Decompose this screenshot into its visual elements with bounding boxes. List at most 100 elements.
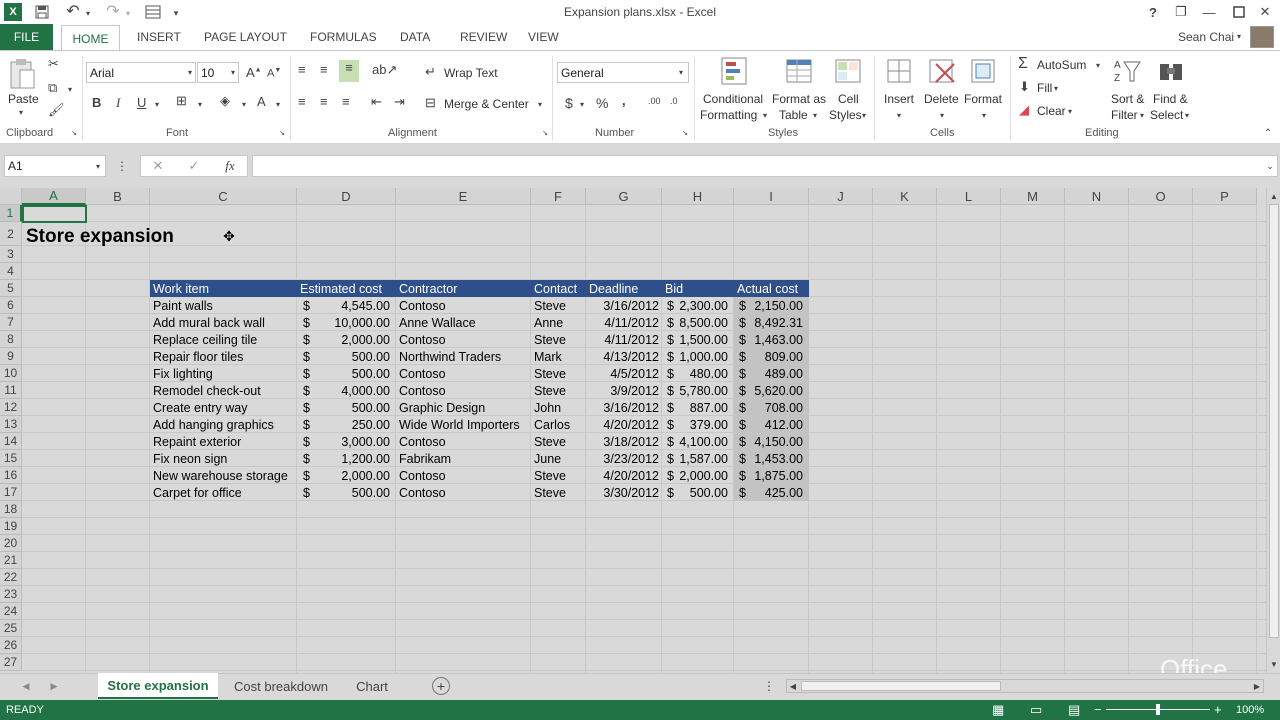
cell-deadline[interactable]: 3/23/2012 bbox=[586, 450, 659, 467]
redo-icon[interactable]: ↷ bbox=[102, 2, 124, 20]
row-header[interactable]: 27 bbox=[0, 654, 22, 671]
name-box[interactable]: A1 bbox=[4, 155, 106, 177]
sheet-title[interactable]: Store expansion bbox=[26, 225, 174, 249]
cell-contractor[interactable]: Contoso bbox=[399, 433, 446, 450]
collapse-ribbon-icon[interactable]: ⌃ bbox=[1262, 128, 1274, 139]
zoom-level[interactable]: 100% bbox=[1236, 704, 1264, 716]
underline-dropdown-icon[interactable]: ▾ bbox=[153, 99, 161, 109]
cell-styles-icon[interactable] bbox=[832, 56, 864, 86]
column-header[interactable]: I bbox=[734, 188, 809, 205]
row-header[interactable]: 14 bbox=[0, 433, 22, 450]
alignment-launcher-icon[interactable]: ↘ bbox=[541, 129, 549, 137]
cell-contractor[interactable]: Contoso bbox=[399, 484, 446, 501]
cell-bid[interactable]: 379.00 bbox=[662, 416, 728, 433]
row-header[interactable]: 26 bbox=[0, 637, 22, 654]
cell-contractor[interactable]: Contoso bbox=[399, 467, 446, 484]
tab-page-layout[interactable]: PAGE LAYOUT bbox=[204, 30, 287, 44]
number-format-select[interactable]: General bbox=[557, 62, 689, 83]
clear-button[interactable]: Clear bbox=[1037, 104, 1066, 118]
sort-filter-label[interactable]: Filter bbox=[1111, 108, 1138, 122]
delete-cells-button[interactable]: Delete bbox=[924, 92, 959, 106]
cell-work-item[interactable]: Add mural back wall bbox=[153, 314, 265, 331]
currency-dropdown-icon[interactable]: ▾ bbox=[578, 99, 586, 109]
undo-dropdown-icon[interactable]: ▾ bbox=[84, 4, 92, 22]
cancel-formula-icon[interactable]: ✕ bbox=[150, 158, 166, 174]
cell-contact[interactable]: Steve bbox=[534, 382, 566, 399]
tab-review[interactable]: REVIEW bbox=[460, 30, 507, 44]
row-header[interactable]: 2 bbox=[0, 222, 22, 246]
zoom-out-icon[interactable]: − bbox=[1094, 702, 1102, 717]
column-header[interactable]: D bbox=[297, 188, 396, 205]
decrease-font-size-icon[interactable]: A▼ bbox=[267, 67, 281, 80]
cell-contact[interactable]: John bbox=[534, 399, 561, 416]
cell-actual-cost[interactable]: 8,492.31 bbox=[734, 314, 803, 331]
cell-work-item[interactable]: Remodel check-out bbox=[153, 382, 261, 399]
table-header-cell[interactable]: Contractor bbox=[399, 280, 457, 297]
row-header[interactable]: 15 bbox=[0, 450, 22, 467]
cell-estimated-cost[interactable]: 500.00 bbox=[297, 348, 390, 365]
row-header[interactable]: 8 bbox=[0, 331, 22, 348]
cell-bid[interactable]: 8,500.00 bbox=[662, 314, 728, 331]
cell-bid[interactable]: 4,100.00 bbox=[662, 433, 728, 450]
row-header[interactable]: 7 bbox=[0, 314, 22, 331]
column-header[interactable]: B bbox=[86, 188, 150, 205]
vertical-scrollbar[interactable]: ▲ ▼ bbox=[1266, 188, 1280, 673]
fill-color-dropdown-icon[interactable]: ▾ bbox=[240, 99, 248, 109]
cell-contractor[interactable]: Wide World Importers bbox=[399, 416, 520, 433]
scroll-right-icon[interactable]: ▶ bbox=[1251, 680, 1263, 692]
column-header[interactable]: H bbox=[662, 188, 734, 205]
cell-contractor[interactable]: Anne Wallace bbox=[399, 314, 476, 331]
cell-contact[interactable]: Anne bbox=[534, 314, 563, 331]
cell-deadline[interactable]: 3/16/2012 bbox=[586, 297, 659, 314]
row-header[interactable]: 10 bbox=[0, 365, 22, 382]
cell-bid[interactable]: 480.00 bbox=[662, 365, 728, 382]
row-header[interactable]: 5 bbox=[0, 280, 22, 297]
table-header-cell[interactable]: Actual cost bbox=[737, 280, 798, 297]
copy-dropdown-icon[interactable]: ▾ bbox=[66, 84, 74, 94]
tab-split-icon[interactable]: ⋮ bbox=[763, 679, 775, 693]
normal-view-icon[interactable]: ▦ bbox=[992, 702, 1004, 718]
cell-estimated-cost[interactable]: 500.00 bbox=[297, 399, 390, 416]
cell-actual-cost[interactable]: 489.00 bbox=[734, 365, 803, 382]
fill-dropdown-icon[interactable]: ▾ bbox=[1052, 83, 1060, 93]
ribbon-display-icon[interactable]: ❐ bbox=[1172, 3, 1190, 21]
prev-sheet-icon[interactable]: ◀ bbox=[20, 679, 32, 693]
cell-bid[interactable]: 1,587.00 bbox=[662, 450, 728, 467]
cell-estimated-cost[interactable]: 500.00 bbox=[297, 484, 390, 501]
insert-cells-button[interactable]: Insert bbox=[884, 92, 914, 106]
insert-cells-dropdown-icon[interactable]: ▾ bbox=[895, 110, 903, 120]
new-sheet-icon[interactable]: + bbox=[432, 677, 450, 695]
conditional-formatting-button[interactable]: Conditional bbox=[703, 92, 763, 106]
tab-insert[interactable]: INSERT bbox=[137, 30, 181, 44]
conditional-formatting-label[interactable]: Formatting bbox=[700, 108, 757, 122]
cell-contractor[interactable]: Contoso bbox=[399, 297, 446, 314]
decrease-decimal-icon[interactable]: .0 bbox=[670, 96, 678, 106]
fill-icon[interactable]: ⬇ bbox=[1019, 79, 1030, 95]
selected-cell-a1[interactable] bbox=[22, 205, 87, 223]
cell-deadline[interactable]: 4/5/2012 bbox=[586, 365, 659, 382]
cell-bid[interactable]: 1,500.00 bbox=[662, 331, 728, 348]
number-launcher-icon[interactable]: ↘ bbox=[681, 129, 689, 137]
excel-app-icon[interactable]: X bbox=[4, 3, 22, 21]
row-header[interactable]: 6 bbox=[0, 297, 22, 314]
column-header[interactable]: G bbox=[586, 188, 662, 205]
form-icon[interactable] bbox=[144, 3, 162, 21]
cut-icon[interactable]: ✂ bbox=[48, 56, 59, 72]
cell-bid[interactable]: 500.00 bbox=[662, 484, 728, 501]
cell-estimated-cost[interactable]: 2,000.00 bbox=[297, 331, 390, 348]
cell-deadline[interactable]: 4/13/2012 bbox=[586, 348, 659, 365]
cell-contractor[interactable]: Graphic Design bbox=[399, 399, 485, 416]
cell-contact[interactable]: Carlos bbox=[534, 416, 570, 433]
find-select-label[interactable]: Select bbox=[1150, 108, 1183, 122]
column-header[interactable]: K bbox=[873, 188, 937, 205]
font-name-dropdown-icon[interactable]: ▾ bbox=[185, 67, 195, 77]
cell-contractor[interactable]: Contoso bbox=[399, 365, 446, 382]
enter-formula-icon[interactable]: ✓ bbox=[186, 158, 202, 174]
cell-estimated-cost[interactable]: 4,545.00 bbox=[297, 297, 390, 314]
cell-deadline[interactable]: 3/30/2012 bbox=[586, 484, 659, 501]
cell-bid[interactable]: 1,000.00 bbox=[662, 348, 728, 365]
cell-work-item[interactable]: New warehouse storage bbox=[153, 467, 288, 484]
next-sheet-icon[interactable]: ▶ bbox=[48, 679, 60, 693]
row-header[interactable]: 19 bbox=[0, 518, 22, 535]
zoom-slider-thumb[interactable] bbox=[1156, 704, 1160, 715]
